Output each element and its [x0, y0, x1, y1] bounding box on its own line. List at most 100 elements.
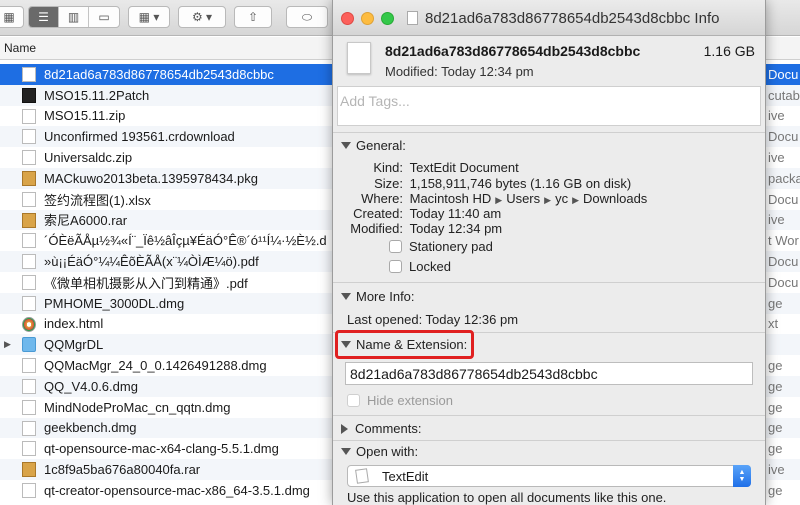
view-mode-segmented: ☰ ▥ ▭ [28, 6, 120, 28]
file-kind: Docu [768, 129, 799, 145]
name-extension-title: Name & Extension: [356, 337, 468, 352]
file-kind: ge [768, 399, 783, 415]
zip-icon [22, 108, 36, 124]
disclosure-triangle-icon [341, 142, 351, 149]
package-icon [22, 170, 36, 186]
file-name: MSO15.11.2Patch [44, 87, 150, 103]
file-name: MindNodeProMac_cn_qqtn.dmg [44, 399, 231, 415]
file-name: MSO15.11.zip [44, 108, 126, 124]
modified-value: Today 12:34 pm [409, 221, 503, 236]
divider [333, 282, 765, 283]
zoom-button[interactable] [381, 12, 394, 25]
icon-view-button[interactable]: ▦ [0, 6, 24, 28]
zip-icon [22, 150, 36, 166]
cover-flow-button[interactable]: ▭ [89, 7, 119, 27]
close-button[interactable] [341, 12, 354, 25]
file-name: 签约流程图(1).xlsx [44, 192, 151, 208]
path-segment[interactable]: Users [506, 191, 540, 206]
size-label: Size: [374, 176, 403, 191]
general-section-toggle[interactable]: General: [341, 138, 406, 153]
file-name: 8d21ad6a783d86778654db2543d8cbbc [385, 43, 641, 59]
file-kind: Docu [768, 191, 799, 207]
file-name: QQMacMgr_24_0_0.1426491288.dmg [44, 358, 267, 374]
window-title: 8d21ad6a783d86778654db2543d8cbbc Info [425, 10, 720, 27]
disclosure-triangle-icon[interactable]: ▶ [4, 339, 11, 350]
column-view-button[interactable]: ▥ [59, 7, 89, 27]
select-arrows-icon[interactable]: ▲ ▼ [733, 465, 751, 487]
size-value: 1,158,911,746 bytes (1.16 GB on disk) [409, 176, 632, 191]
file-kind: packa [768, 170, 800, 186]
size-row: Size: 1,158,911,746 bytes (1.16 GB on di… [333, 176, 631, 191]
file-kind: xt [768, 316, 779, 332]
open-with-select[interactable]: TextEdit ▲ ▼ [347, 465, 751, 487]
file-name: qt-creator-opensource-mac-x86_64-3.5.1.d… [44, 482, 310, 498]
file-name: 《微单相机摄影从入门到精通》.pdf [44, 275, 248, 291]
file-name: PMHOME_3000DL.dmg [44, 295, 185, 311]
folder-icon [22, 337, 36, 353]
more-info-title: More Info: [356, 289, 415, 304]
divider [333, 132, 765, 133]
file-name: Universaldc.zip [44, 150, 133, 166]
checkbox-icon[interactable] [347, 394, 360, 407]
file-kind: ge [768, 358, 783, 374]
file-kind: ive [768, 150, 785, 166]
comments-section-toggle[interactable]: Comments: [341, 421, 421, 436]
locked-checkbox[interactable]: Locked [389, 259, 451, 274]
package-icon [22, 462, 36, 478]
file-name: Unconfirmed 193561.crdownload [44, 129, 235, 145]
disk-image-icon [22, 441, 36, 457]
tags-field[interactable]: Add Tags... [337, 86, 761, 126]
info-titlebar[interactable]: 8d21ad6a783d86778654db2543d8cbbc Info [333, 0, 765, 36]
path-segment[interactable]: yc [555, 191, 568, 206]
general-section-title: General: [356, 138, 406, 153]
disk-image-icon [22, 378, 36, 394]
file-kind: ive [768, 108, 785, 124]
stationery-label: Stationery pad [409, 239, 493, 254]
disclosure-triangle-icon [341, 293, 351, 300]
disk-image-icon [22, 482, 36, 498]
path-arrow-icon: ▶ [495, 195, 503, 205]
file-name: 8d21ad6a783d86778654db2543d8cbbc [44, 66, 274, 82]
document-icon [22, 274, 36, 290]
path-segment[interactable]: Downloads [583, 191, 647, 206]
stationery-pad-checkbox[interactable]: Stationery pad [389, 239, 493, 254]
share-button[interactable]: ⇧ [234, 6, 272, 28]
divider [333, 415, 765, 416]
name-column-label: Name [4, 41, 37, 55]
file-name: ´ÓÈëÃÅµ½¾«Í¨_Ïê½âÎçµ¥ÉäÓ°Ê®´ó¹¹Í¼·½È½.d [44, 233, 327, 249]
open-with-section-toggle[interactable]: Open with: [341, 444, 418, 459]
created-value: Today 11:40 am [409, 206, 502, 221]
file-document-icon [347, 42, 371, 74]
document-icon [407, 11, 418, 25]
file-kind: ge [768, 482, 783, 498]
kind-value: TextEdit Document [409, 160, 519, 175]
tag-button[interactable]: ⬭ [286, 6, 328, 28]
path-segment[interactable]: Macintosh HD [410, 191, 492, 206]
checkbox-icon[interactable] [389, 260, 402, 273]
action-gear-button[interactable]: ⚙ ▾ [178, 6, 226, 28]
disclosure-triangle-collapsed-icon [341, 423, 348, 434]
disk-image-icon [22, 399, 36, 415]
list-view-button[interactable]: ☰ [29, 7, 59, 27]
file-kind: ive [768, 212, 785, 228]
file-name: 索尼A6000.rar [44, 213, 128, 229]
minimize-button[interactable] [361, 12, 374, 25]
kind-label: Kind: [373, 160, 403, 175]
more-info-section-toggle[interactable]: More Info: [341, 289, 415, 304]
arrange-button[interactable]: ▦ ▾ [128, 6, 170, 28]
disclosure-triangle-icon [341, 341, 351, 348]
name-extension-section-toggle[interactable]: Name & Extension: [341, 337, 467, 352]
name-extension-input[interactable]: 8d21ad6a783d86778654db2543d8cbbc [345, 362, 753, 385]
created-row: Created: Today 11:40 am [333, 206, 501, 221]
package-icon [22, 212, 36, 228]
checkbox-icon[interactable] [389, 240, 402, 253]
hide-extension-checkbox[interactable]: Hide extension [347, 393, 453, 408]
kind-row: Kind: TextEdit Document [333, 160, 519, 175]
file-kind: Docu [768, 274, 799, 290]
file-kind: cutab [768, 87, 800, 103]
textedit-app-icon [355, 468, 369, 484]
created-label: Created: [353, 206, 403, 221]
last-opened: Last opened: Today 12:36 pm [347, 312, 519, 327]
file-kind: ge [768, 441, 783, 457]
file-name: geekbench.dmg [44, 420, 137, 436]
